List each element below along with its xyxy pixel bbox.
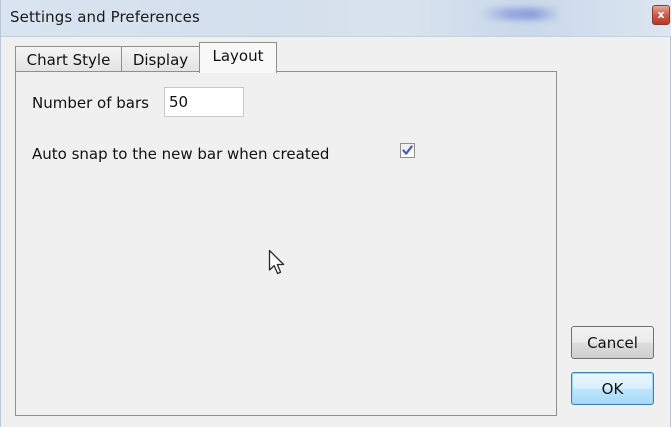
title-bar: Settings and Preferences x — [1, 0, 671, 37]
number-of-bars-label: Number of bars — [32, 94, 149, 112]
tab-label: Chart Style — [26, 51, 111, 69]
mouse-pointer-icon — [268, 249, 285, 275]
tab-chart-style[interactable]: Chart Style — [15, 46, 122, 72]
close-icon: x — [657, 8, 665, 21]
auto-snap-label: Auto snap to the new bar when created — [32, 145, 330, 163]
close-button[interactable]: x — [652, 5, 670, 25]
tab-layout[interactable]: Layout — [199, 42, 277, 73]
settings-dialog: Settings and Preferences x Chart Style D… — [0, 0, 671, 427]
tab-display[interactable]: Display — [121, 46, 200, 72]
checkmark-icon — [402, 145, 413, 155]
title-bar-highlight — [481, 8, 561, 20]
ok-button[interactable]: OK — [571, 372, 654, 405]
tab-label: Display — [132, 51, 189, 69]
window-title: Settings and Preferences — [10, 8, 200, 26]
tab-label: Layout — [212, 47, 264, 65]
layout-tab-panel — [15, 71, 557, 416]
cancel-button[interactable]: Cancel — [571, 326, 654, 359]
auto-snap-checkbox[interactable] — [400, 143, 415, 158]
number-of-bars-input[interactable] — [164, 87, 244, 117]
